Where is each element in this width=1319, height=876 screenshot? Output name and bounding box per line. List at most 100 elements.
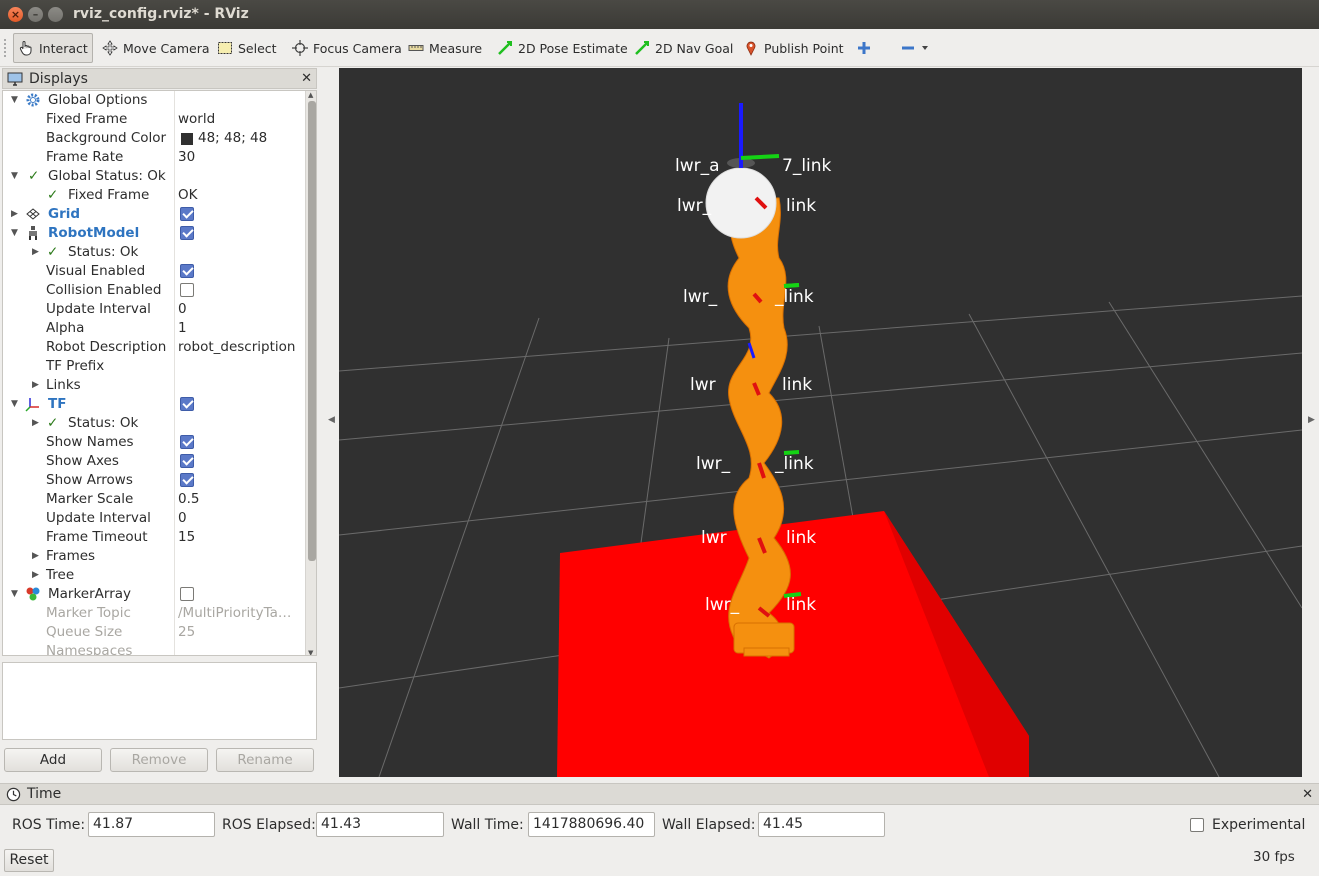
color-swatch[interactable] xyxy=(181,133,193,145)
add-display-button[interactable]: Add xyxy=(4,748,102,772)
row-value[interactable]: /MultiPriorityTa… xyxy=(178,604,291,623)
row-value[interactable]: 25 xyxy=(178,623,195,642)
close-panel-icon[interactable]: ✕ xyxy=(1302,787,1313,802)
tree-row-robotmodel[interactable]: ▼ RobotModel xyxy=(3,224,304,243)
collapsed-arrow-icon[interactable]: ▶ xyxy=(32,376,42,395)
scene-render[interactable]: lwr_a 7_link lwr_ link lwr_ _link lwr li… xyxy=(339,68,1302,777)
scroll-down-icon[interactable]: ▼ xyxy=(308,649,313,655)
frame-label: lwr_ xyxy=(677,196,712,216)
tree-row-frames[interactable]: ▶ Frames xyxy=(3,547,304,566)
wall-time-field[interactable]: 1417880696.40 xyxy=(528,812,655,837)
move-camera-tool-button[interactable]: Move Camera xyxy=(98,33,214,63)
expanded-arrow-icon[interactable]: ▼ xyxy=(11,91,21,110)
show-arrows-checkbox[interactable] xyxy=(180,473,194,487)
collapse-right-arrow-icon[interactable]: ▶ xyxy=(1308,415,1315,425)
tree-row-namespaces[interactable]: Namespaces xyxy=(3,642,304,655)
tree-row-fixed-frame[interactable]: Fixed Frame world xyxy=(3,110,304,129)
row-value[interactable]: 30 xyxy=(178,148,195,167)
scroll-up-icon[interactable]: ▲ xyxy=(308,91,313,99)
expanded-arrow-icon[interactable]: ▼ xyxy=(11,224,21,243)
tree-row-show-arrows[interactable]: Show Arrows xyxy=(3,471,304,490)
visual-enabled-checkbox[interactable] xyxy=(180,264,194,278)
tree-row-show-axes[interactable]: Show Axes xyxy=(3,452,304,471)
row-value[interactable]: 0 xyxy=(178,300,187,319)
tree-row-tf-status[interactable]: ▶ ✓ Status: Ok xyxy=(3,414,304,433)
maximize-window-button[interactable] xyxy=(48,7,63,22)
collapsed-arrow-icon[interactable]: ▶ xyxy=(32,547,42,566)
tree-row-queue-size[interactable]: Queue Size 25 xyxy=(3,623,304,642)
tree-row-markerarray[interactable]: ▼ MarkerArray xyxy=(3,585,304,604)
remove-display-button[interactable]: Remove xyxy=(110,748,208,772)
tree-row-alpha[interactable]: Alpha 1 xyxy=(3,319,304,338)
tf-enabled-checkbox[interactable] xyxy=(180,397,194,411)
rename-display-button[interactable]: Rename xyxy=(216,748,314,772)
pose-estimate-tool-button[interactable]: 2D Pose Estimate xyxy=(493,33,632,63)
grid-enabled-checkbox[interactable] xyxy=(180,207,194,221)
robotmodel-enabled-checkbox[interactable] xyxy=(180,226,194,240)
tree-row-grid[interactable]: ▶ Grid xyxy=(3,205,304,224)
tree-row-tf-prefix[interactable]: TF Prefix xyxy=(3,357,304,376)
tree-row-update-interval-tf[interactable]: Update Interval 0 xyxy=(3,509,304,528)
toolbar-grip[interactable] xyxy=(4,39,7,57)
checkmark-icon: ✓ xyxy=(47,244,59,260)
tree-row-marker-scale[interactable]: Marker Scale 0.5 xyxy=(3,490,304,509)
remove-tool-button[interactable] xyxy=(896,33,933,63)
tree-row-global-status[interactable]: ▼ ✓ Global Status: Ok xyxy=(3,167,304,186)
tree-row-tf[interactable]: ▼ TF xyxy=(3,395,304,414)
displays-scrollbar[interactable]: ▲ ▼ xyxy=(305,91,316,655)
tree-row-tree[interactable]: ▶ Tree xyxy=(3,566,304,585)
tree-row-global-options[interactable]: ▼ Global Options xyxy=(3,91,304,110)
expanded-arrow-icon[interactable]: ▼ xyxy=(11,585,21,604)
tree-row-links[interactable]: ▶ Links xyxy=(3,376,304,395)
tree-row-robot-description[interactable]: Robot Description robot_description xyxy=(3,338,304,357)
expanded-arrow-icon[interactable]: ▼ xyxy=(11,167,21,186)
reset-button[interactable]: Reset xyxy=(4,849,54,872)
collapsed-arrow-icon[interactable]: ▶ xyxy=(11,205,21,224)
scrollbar-thumb[interactable] xyxy=(308,101,316,561)
displays-tree[interactable]: ▼ Global Options Fixed Frame world Backg… xyxy=(2,90,317,656)
ros-elapsed-field[interactable]: 41.43 xyxy=(316,812,444,837)
tree-row-show-names[interactable]: Show Names xyxy=(3,433,304,452)
row-value[interactable]: 48; 48; 48 xyxy=(198,129,267,148)
collapsed-arrow-icon[interactable]: ▶ xyxy=(32,243,42,262)
collision-enabled-checkbox[interactable] xyxy=(180,283,194,297)
row-value[interactable]: 1 xyxy=(178,319,187,338)
tree-row-robotmodel-status[interactable]: ▶ ✓ Status: Ok xyxy=(3,243,304,262)
tree-row-background-color[interactable]: Background Color 48; 48; 48 xyxy=(3,129,304,148)
tree-row-visual-enabled[interactable]: Visual Enabled xyxy=(3,262,304,281)
tree-row-update-interval[interactable]: Update Interval 0 xyxy=(3,300,304,319)
tree-row-frame-rate[interactable]: Frame Rate 30 xyxy=(3,148,304,167)
row-value[interactable]: world xyxy=(178,110,215,129)
interact-tool-button[interactable]: Interact xyxy=(13,33,93,63)
row-value[interactable]: 0.5 xyxy=(178,490,199,509)
markerarray-enabled-checkbox[interactable] xyxy=(180,587,194,601)
close-window-button[interactable]: × xyxy=(8,7,23,22)
row-name: Global Status: Ok xyxy=(48,168,166,184)
collapsed-arrow-icon[interactable]: ▶ xyxy=(32,566,42,585)
collapse-left-arrow-icon[interactable]: ◀ xyxy=(328,415,335,425)
experimental-checkbox[interactable] xyxy=(1190,818,1204,832)
3d-viewport[interactable]: lwr_a 7_link lwr_ link lwr_ _link lwr li… xyxy=(339,68,1302,777)
nav-goal-tool-button[interactable]: 2D Nav Goal xyxy=(630,33,737,63)
show-names-checkbox[interactable] xyxy=(180,435,194,449)
focus-camera-tool-button[interactable]: Focus Camera xyxy=(288,33,406,63)
tree-row-collision-enabled[interactable]: Collision Enabled xyxy=(3,281,304,300)
row-value[interactable]: robot_description xyxy=(178,338,295,357)
expanded-arrow-icon[interactable]: ▼ xyxy=(11,395,21,414)
close-panel-icon[interactable]: ✕ xyxy=(301,71,312,86)
publish-point-tool-button[interactable]: Publish Point xyxy=(739,33,848,63)
add-tool-button[interactable] xyxy=(852,33,876,63)
show-axes-checkbox[interactable] xyxy=(180,454,194,468)
collapsed-arrow-icon[interactable]: ▶ xyxy=(32,414,42,433)
wall-elapsed-field[interactable]: 41.45 xyxy=(758,812,885,837)
measure-tool-button[interactable]: Measure xyxy=(404,33,486,63)
tree-row-frame-timeout[interactable]: Frame Timeout 15 xyxy=(3,528,304,547)
row-value[interactable]: 15 xyxy=(178,528,195,547)
select-tool-button[interactable]: Select xyxy=(213,33,281,63)
minimize-window-button[interactable]: – xyxy=(28,7,43,22)
tree-row-fixed-frame-status[interactable]: ✓ Fixed Frame OK xyxy=(3,186,304,205)
tree-row-marker-topic[interactable]: Marker Topic /MultiPriorityTa… xyxy=(3,604,304,623)
focus-camera-label: Focus Camera xyxy=(313,40,402,56)
ros-time-field[interactable]: 41.87 xyxy=(88,812,215,837)
row-value[interactable]: 0 xyxy=(178,509,187,528)
